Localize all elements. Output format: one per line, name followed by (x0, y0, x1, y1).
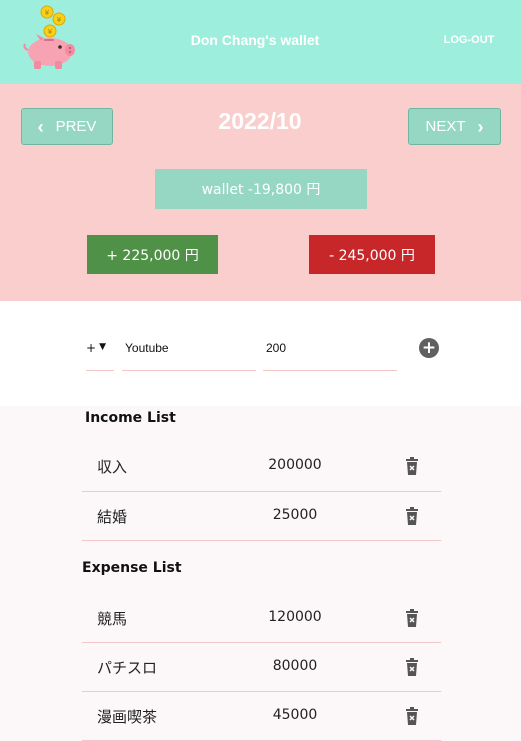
svg-text:¥: ¥ (57, 16, 62, 24)
income-list-title: Income List (85, 410, 176, 426)
amount-input[interactable] (263, 337, 397, 371)
logout-button[interactable]: LOG-OUT (440, 34, 498, 46)
chevron-left-icon: ‹ (37, 116, 44, 137)
item-name: 漫画喫茶 (97, 708, 158, 726)
list-item: 結婚 25000 (82, 492, 441, 541)
lists-area: Income List 収入 200000 結婚 25000 Expense L… (0, 406, 521, 741)
trash-icon[interactable] (405, 507, 419, 525)
expense-total: - 245,000 円 (309, 235, 435, 274)
month-title: 2022/10 (218, 108, 302, 134)
item-amount: 80000 (272, 658, 318, 674)
item-name: 競馬 (97, 610, 128, 628)
trash-icon[interactable] (405, 457, 419, 475)
plus-circle-icon[interactable]: + (419, 338, 439, 358)
wallet-balance: wallet -19,800 円 (155, 169, 367, 209)
piggy-bank-icon: ¥ ¥ ¥ (23, 5, 75, 69)
list-item: 漫画喫茶 45000 (82, 692, 441, 741)
svg-text:¥: ¥ (48, 28, 53, 36)
type-select-value: + (86, 341, 97, 355)
prev-label: PREV (55, 118, 97, 135)
entry-form: + ▼ + (0, 301, 521, 406)
item-name: パチスロ (97, 659, 158, 677)
item-amount: 120000 (268, 609, 322, 625)
trash-icon[interactable] (405, 658, 419, 676)
item-amount: 25000 (272, 507, 318, 523)
next-label: NEXT (425, 118, 466, 135)
app-header: ¥ ¥ ¥ Don Chang's wallet LOG-OUT (0, 0, 521, 84)
item-amount: 200000 (268, 457, 322, 473)
month-summary: ‹ PREV 2022/10 NEXT › wallet -19,800 円 +… (0, 84, 521, 301)
type-select[interactable]: + ▼ (86, 337, 114, 371)
list-item: 競馬 120000 (82, 594, 441, 643)
item-name: 収入 (97, 458, 128, 476)
income-total: + 225,000 円 (87, 235, 218, 274)
name-input[interactable] (122, 337, 256, 371)
svg-text:¥: ¥ (45, 9, 50, 17)
next-month-button[interactable]: NEXT › (408, 108, 501, 145)
trash-icon[interactable] (405, 609, 419, 627)
list-item: 収入 200000 (82, 442, 441, 492)
chevron-right-icon: › (477, 116, 484, 137)
item-amount: 45000 (272, 707, 318, 723)
item-name: 結婚 (97, 508, 128, 526)
app-title: Don Chang's wallet (190, 32, 320, 48)
list-item: パチスロ 80000 (82, 643, 441, 692)
trash-icon[interactable] (405, 707, 419, 725)
chevron-down-icon: ▼ (99, 342, 106, 352)
expense-list-title: Expense List (82, 560, 182, 576)
prev-month-button[interactable]: ‹ PREV (21, 108, 113, 145)
